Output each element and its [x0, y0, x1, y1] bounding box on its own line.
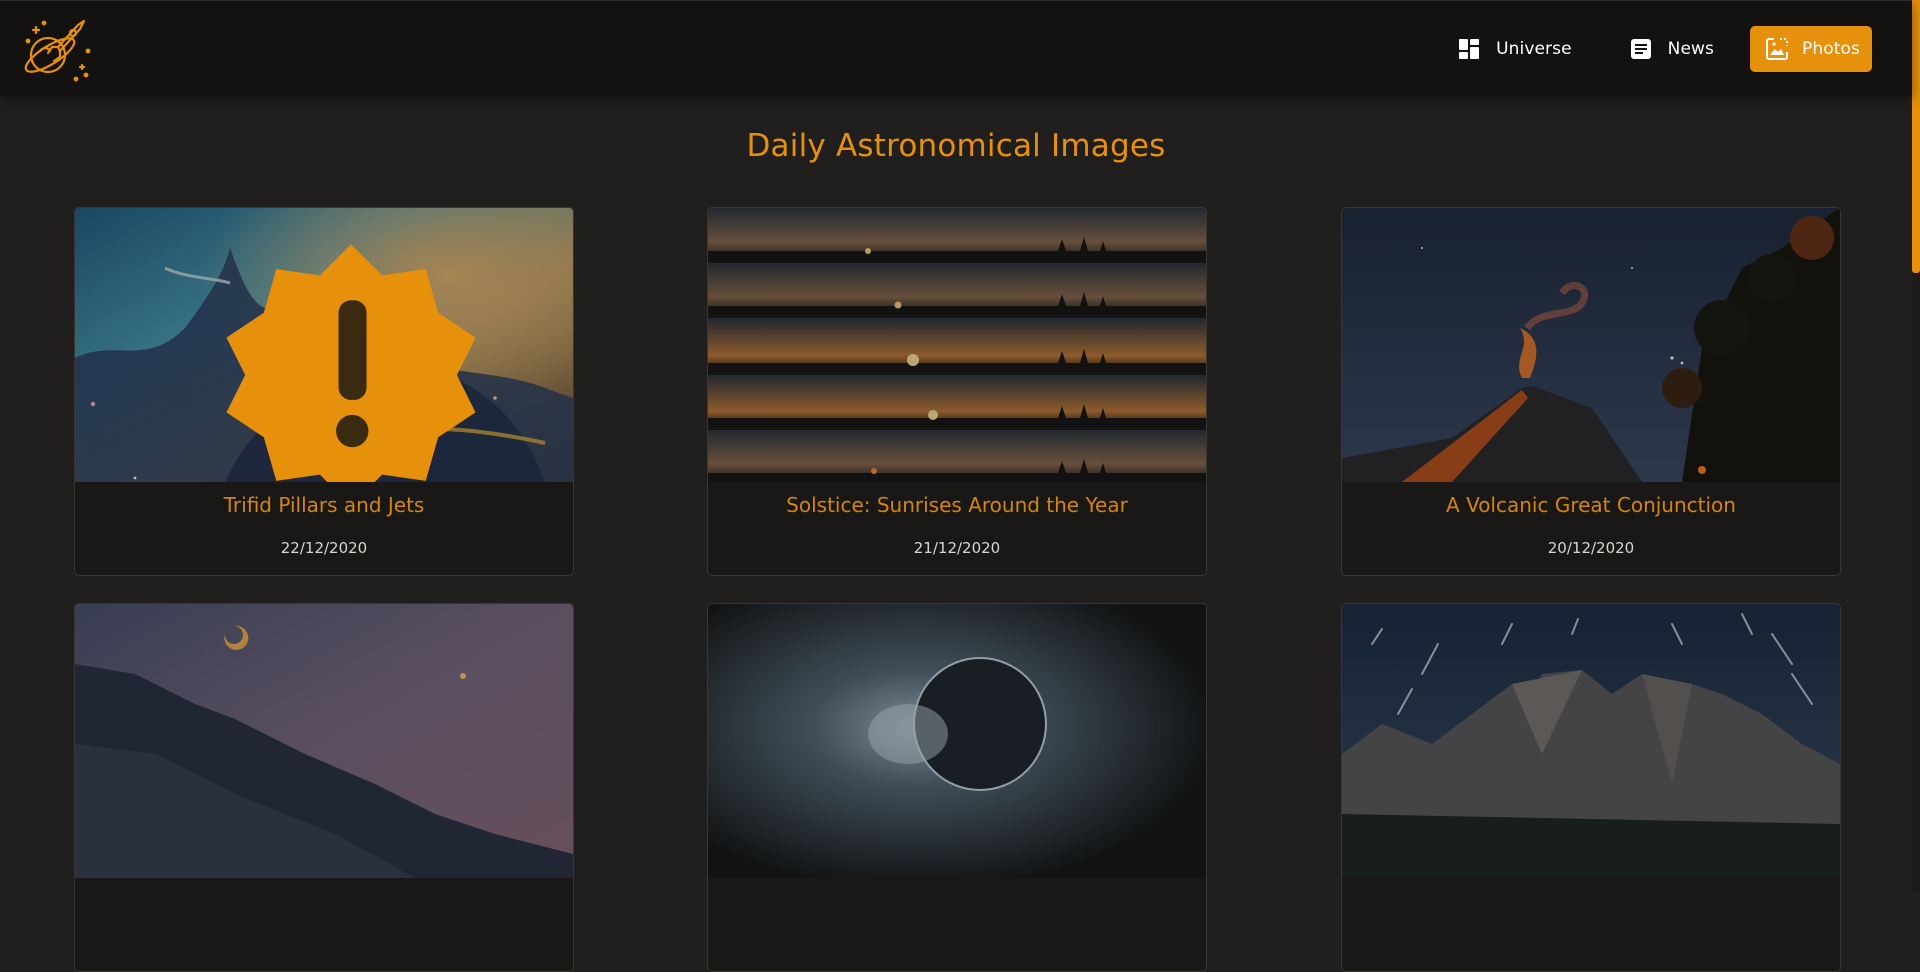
image-icon [1766, 38, 1788, 60]
nav-news-label: News [1667, 39, 1714, 59]
card-image[interactable] [75, 208, 573, 482]
photo-card[interactable] [707, 603, 1207, 972]
photo-card-volcanic-conjunction[interactable]: A Volcanic Great Conjunction 20/12/2020 [1341, 207, 1841, 576]
nav-news-button[interactable]: News [1608, 26, 1728, 72]
photo-card[interactable] [1341, 603, 1841, 972]
card-image[interactable] [75, 604, 573, 878]
photo-card[interactable] [74, 603, 574, 972]
article-icon [1630, 38, 1652, 60]
card-image[interactable] [708, 208, 1206, 482]
card-title[interactable]: Trifid Pillars and Jets [75, 493, 573, 517]
card-date: 22/12/2020 [280, 539, 368, 557]
nav-photos-label: Photos [1802, 39, 1860, 59]
dashboard-icon [1458, 38, 1480, 60]
nav-universe-label: Universe [1496, 39, 1572, 59]
card-title[interactable]: Solstice: Sunrises Around the Year [708, 493, 1206, 517]
photo-card-solstice-sunrises[interactable]: Solstice: Sunrises Around the Year 21/12… [707, 207, 1207, 576]
page-scrollbar[interactable] [1912, 0, 1920, 892]
alert-badge-icon [102, 238, 476, 482]
nav-universe-button[interactable]: Universe [1436, 26, 1586, 72]
card-image[interactable] [708, 604, 1206, 878]
page-title: Daily Astronomical Images [746, 128, 1166, 164]
main-nav: Universe News Photos [1436, 26, 1872, 72]
card-image[interactable] [1342, 604, 1840, 878]
card-date: 21/12/2020 [913, 539, 1001, 557]
photo-card-trifid-pillars[interactable]: Trifid Pillars and Jets 22/12/2020 [74, 207, 574, 576]
card-title[interactable]: A Volcanic Great Conjunction [1342, 493, 1840, 517]
top-navbar: Universe News Photos [0, 0, 1912, 96]
card-image[interactable] [1342, 208, 1840, 482]
rocket-planet-icon[interactable] [18, 11, 94, 87]
card-date: 20/12/2020 [1547, 539, 1635, 557]
nav-photos-button[interactable]: Photos [1750, 26, 1872, 72]
scrollbar-thumb[interactable] [1912, 0, 1920, 273]
